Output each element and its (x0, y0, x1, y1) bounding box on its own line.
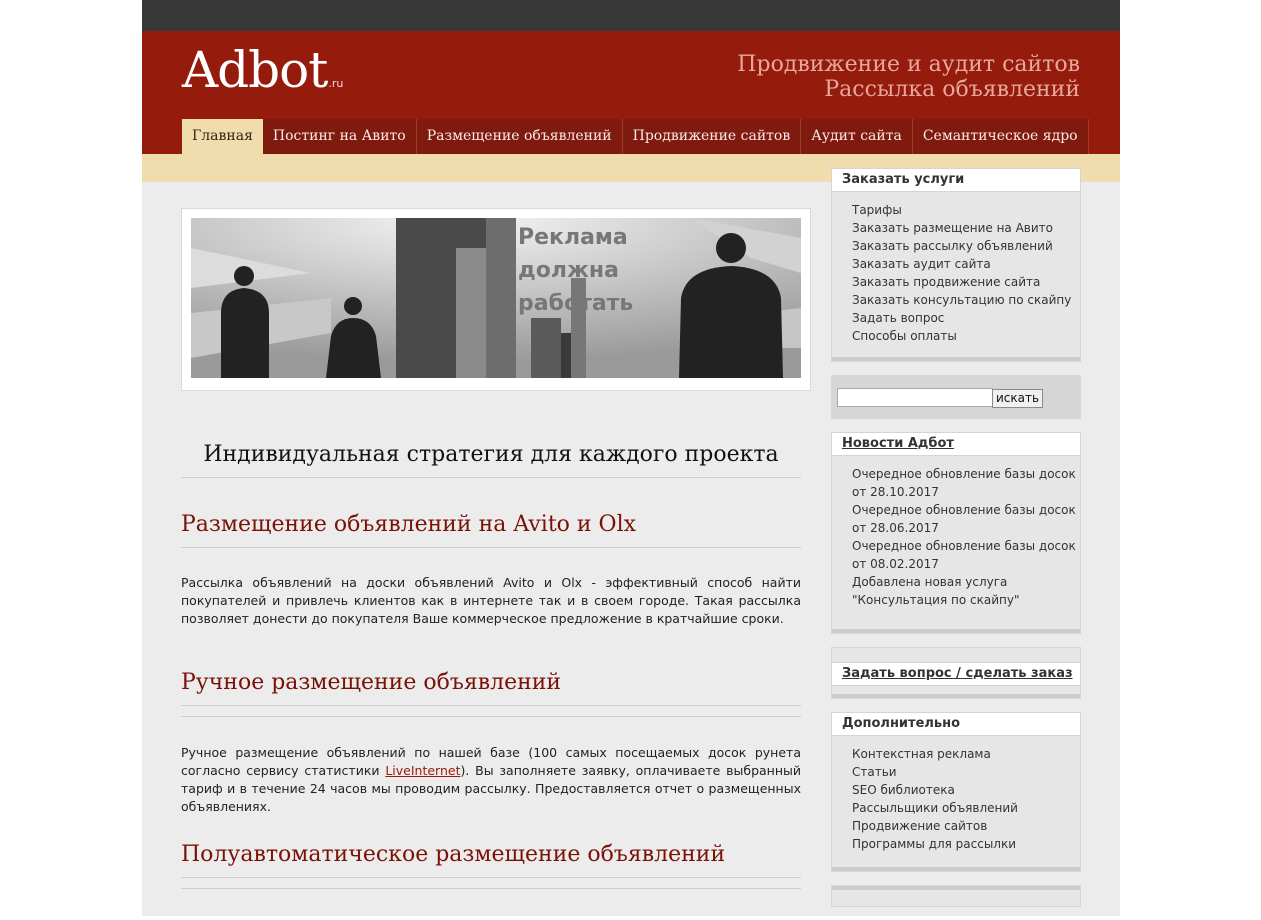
section-heading-manual: Ручное размещение объявлений (181, 670, 801, 717)
sidebar: Заказать услуги Тарифы Заказать размещен… (831, 168, 1081, 920)
extra-item-promotion[interactable]: Продвижение сайтов (852, 817, 1080, 835)
order-item-skype[interactable]: Заказать консультацию по скайпу (852, 291, 1080, 309)
extra-item-articles[interactable]: Статьи (852, 763, 1080, 781)
extra-list: Контекстная реклама Статьи SEO библиотек… (832, 736, 1080, 867)
banner-text-3: работать (518, 291, 633, 316)
ask-box: Задать вопрос / сделать заказ (831, 647, 1081, 699)
order-item-question[interactable]: Задать вопрос (852, 309, 1080, 327)
extra-title: Дополнительно (832, 713, 1080, 736)
header: Adbot.ru Продвижение и аудит сайтов Расс… (142, 31, 1120, 154)
ask-title[interactable]: Задать вопрос / сделать заказ (832, 662, 1080, 686)
box-divider (832, 694, 1080, 698)
section-heading-avito-olx: Размещение объявлений на Avito и Olx (181, 512, 801, 548)
news-item-detail[interactable]: "Консультация по скайпу" (852, 591, 1080, 609)
banner: Реклама должна работать (181, 208, 811, 391)
news-item[interactable]: Очередное обновление базы досок (852, 537, 1080, 555)
tagline-line-1: Продвижение и аудит сайтов (737, 52, 1080, 77)
news-item-date[interactable]: от 28.10.2017 (852, 483, 1080, 501)
order-services-list: Тарифы Заказать размещение на Авито Зака… (832, 192, 1080, 357)
order-services-box: Заказать услуги Тарифы Заказать размещен… (831, 168, 1081, 362)
empty-box (831, 885, 1081, 907)
news-item[interactable]: Очередное обновление базы досок (852, 501, 1080, 519)
box-divider (832, 867, 1080, 871)
tagline-line-2: Рассылка объявлений (824, 77, 1080, 102)
liveinternet-link[interactable]: LiveInternet (385, 763, 460, 778)
section-heading-semiauto: Полуавтоматическое размещение объявлений (181, 842, 801, 889)
nav-item-semantic-core[interactable]: Семантическое ядро (912, 119, 1089, 154)
extra-item-mailers[interactable]: Рассыльщики объявлений (852, 799, 1080, 817)
section-text-avito-olx: Рассылка объявлений на доски объявлений … (181, 575, 801, 626)
news-item-date[interactable]: от 08.02.2017 (852, 555, 1080, 573)
order-item-promotion[interactable]: Заказать продвижение сайта (852, 273, 1080, 291)
logo[interactable]: Adbot.ru (182, 41, 343, 99)
banner-image: Реклама должна работать (191, 218, 801, 378)
order-item-tariffs[interactable]: Тарифы (852, 201, 1080, 219)
box-divider (832, 629, 1080, 633)
order-services-title: Заказать услуги (832, 169, 1080, 192)
main-nav: Главная Постинг на Авито Размещение объя… (182, 119, 1089, 154)
nav-item-site-promotion[interactable]: Продвижение сайтов (622, 119, 802, 154)
top-bar (142, 0, 1120, 31)
logo-text: Adbot (182, 41, 328, 99)
banner-text-1: Реклама (518, 225, 628, 250)
search-box: искать (831, 375, 1081, 419)
search-input[interactable] (837, 388, 993, 407)
order-item-payment[interactable]: Способы оплаты (852, 327, 1080, 345)
news-list: Очередное обновление базы досок от 28.10… (832, 456, 1080, 629)
logo-suffix: .ru (328, 77, 344, 90)
tagline: Продвижение и аудит сайтов Рассылка объя… (737, 52, 1080, 102)
news-item-date[interactable]: от 28.06.2017 (852, 519, 1080, 537)
main-content: Реклама должна работать Индивидуальная с… (181, 208, 811, 889)
nav-item-site-audit[interactable]: Аудит сайта (801, 119, 913, 154)
news-box: Новости Адбот Очередное обновление базы … (831, 432, 1081, 634)
news-item[interactable]: Очередное обновление базы досок (852, 465, 1080, 483)
page: Adbot.ru Продвижение и аудит сайтов Расс… (142, 0, 1120, 916)
extra-item-seo-library[interactable]: SEO библиотека (852, 781, 1080, 799)
section-text-manual: Ручное размещение объявлений по нашей ба… (181, 744, 801, 816)
order-item-audit[interactable]: Заказать аудит сайта (852, 255, 1080, 273)
nav-item-avito-posting[interactable]: Постинг на Авито (262, 119, 417, 154)
extra-box: Дополнительно Контекстная реклама Статьи… (831, 712, 1081, 872)
extra-item-programs[interactable]: Программы для рассылки (852, 835, 1080, 853)
lead-heading: Индивидуальная стратегия для каждого про… (181, 442, 801, 478)
nav-item-home[interactable]: Главная (182, 119, 263, 154)
box-divider (832, 357, 1080, 361)
search-button[interactable]: искать (992, 389, 1044, 408)
nav-item-ad-placement[interactable]: Размещение объявлений (416, 119, 623, 154)
order-item-mailing[interactable]: Заказать рассылку объявлений (852, 237, 1080, 255)
box-divider (832, 886, 1080, 890)
banner-text-2: должна (518, 258, 619, 283)
extra-item-context-ads[interactable]: Контекстная реклама (852, 745, 1080, 763)
order-item-avito[interactable]: Заказать размещение на Авито (852, 219, 1080, 237)
news-item[interactable]: Добавлена новая услуга (852, 573, 1080, 591)
news-title[interactable]: Новости Адбот (832, 433, 1080, 456)
